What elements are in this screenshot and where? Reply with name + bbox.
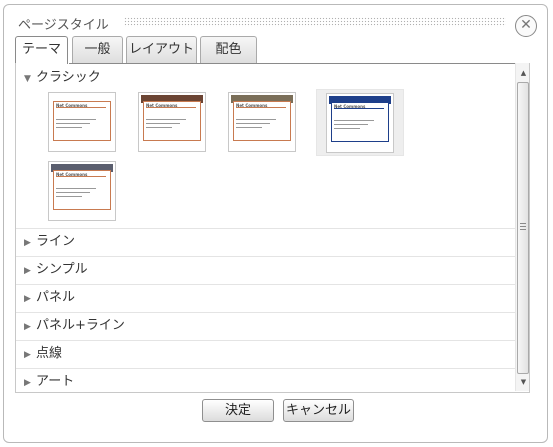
divider bbox=[16, 340, 515, 341]
theme-thumbnail[interactable]: Net Commons bbox=[48, 161, 116, 221]
text-line bbox=[56, 127, 82, 128]
collapsed-arrow-icon: ▶ bbox=[24, 238, 31, 248]
theme-list: ▼ クラシック Net Commons Net Commons Net Comm… bbox=[16, 63, 515, 391]
text-line bbox=[236, 119, 276, 120]
section-simple[interactable]: ▶ シンプル bbox=[24, 260, 88, 280]
collapsed-arrow-icon: ▶ bbox=[24, 322, 31, 332]
divider bbox=[56, 176, 106, 177]
divider bbox=[236, 107, 286, 108]
text-line bbox=[146, 119, 186, 120]
tab-layout[interactable]: レイアウト bbox=[126, 36, 197, 63]
scroll-up-icon[interactable]: ▲ bbox=[516, 65, 529, 81]
collapsed-arrow-icon: ▶ bbox=[24, 266, 31, 276]
collapsed-arrow-icon: ▶ bbox=[24, 378, 31, 388]
divider bbox=[56, 107, 106, 108]
text-line bbox=[334, 124, 368, 125]
tab-general[interactable]: 一般 bbox=[72, 36, 123, 63]
divider bbox=[16, 228, 515, 229]
ok-button[interactable]: 決定 bbox=[202, 399, 274, 422]
section-label: クラシック bbox=[36, 70, 101, 85]
section-label: ライン bbox=[36, 234, 76, 249]
drag-handle[interactable] bbox=[124, 17, 506, 27]
text-line bbox=[56, 192, 90, 193]
text-line bbox=[56, 123, 90, 124]
divider bbox=[16, 312, 515, 313]
section-label: パネル bbox=[36, 290, 76, 305]
theme-frame: Net Commons bbox=[331, 102, 389, 142]
divider bbox=[334, 108, 384, 109]
text-line bbox=[236, 123, 270, 124]
theme-thumbnail[interactable]: Net Commons bbox=[48, 92, 116, 152]
section-panel[interactable]: ▶ パネル bbox=[24, 288, 75, 308]
theme-frame: Net Commons bbox=[53, 170, 111, 210]
divider bbox=[16, 368, 515, 369]
theme-frame: Net Commons bbox=[143, 101, 201, 141]
thumbnail-card: Net Commons bbox=[326, 93, 394, 153]
divider bbox=[16, 284, 515, 285]
cancel-button[interactable]: キャンセル bbox=[283, 399, 354, 422]
theme-panel: ▼ クラシック Net Commons Net Commons Net Comm… bbox=[15, 63, 530, 393]
theme-thumbnail[interactable]: Net Commons bbox=[138, 92, 206, 152]
text-line bbox=[56, 119, 96, 120]
text-line bbox=[56, 188, 96, 189]
section-label: シンプル bbox=[36, 262, 88, 277]
section-classic[interactable]: ▼ クラシック bbox=[24, 68, 101, 88]
text-line bbox=[56, 196, 82, 197]
section-panel-line[interactable]: ▶ パネル+ライン bbox=[24, 316, 125, 336]
text-line bbox=[334, 120, 374, 121]
section-label: 点線 bbox=[36, 346, 63, 361]
collapsed-arrow-icon: ▶ bbox=[24, 350, 31, 360]
section-line[interactable]: ▶ ライン bbox=[24, 232, 75, 252]
dialog-title: ページスタイル bbox=[18, 18, 109, 33]
section-label: パネル+ライン bbox=[36, 318, 125, 333]
theme-frame: Net Commons bbox=[233, 101, 291, 141]
text-line bbox=[146, 123, 180, 124]
divider bbox=[16, 256, 515, 257]
collapsed-arrow-icon: ▶ bbox=[24, 294, 31, 304]
expanded-arrow-icon: ▼ bbox=[24, 74, 31, 84]
divider bbox=[146, 107, 196, 108]
close-icon[interactable]: ✕ bbox=[515, 15, 537, 37]
text-line bbox=[334, 128, 360, 129]
grip-icon bbox=[520, 223, 526, 230]
scrollbar-thumb[interactable] bbox=[517, 82, 529, 374]
section-dotted[interactable]: ▶ 点線 bbox=[24, 344, 62, 364]
theme-frame: Net Commons bbox=[53, 101, 111, 141]
tab-color-scheme[interactable]: 配色 bbox=[200, 36, 257, 63]
dialog-titlebar[interactable]: ページスタイル ✕ bbox=[4, 5, 547, 37]
section-label: アート bbox=[36, 374, 75, 389]
text-line bbox=[236, 127, 262, 128]
theme-thumbnail[interactable]: Net Commons bbox=[228, 92, 296, 152]
section-art[interactable]: ▶ アート bbox=[24, 372, 74, 392]
text-line bbox=[146, 127, 172, 128]
vertical-scrollbar[interactable]: ▲ ▼ bbox=[515, 63, 529, 391]
tab-theme[interactable]: テーマ bbox=[15, 36, 68, 64]
scroll-down-icon[interactable]: ▼ bbox=[516, 374, 529, 390]
theme-thumbnail-selected[interactable]: Net Commons bbox=[316, 89, 404, 156]
